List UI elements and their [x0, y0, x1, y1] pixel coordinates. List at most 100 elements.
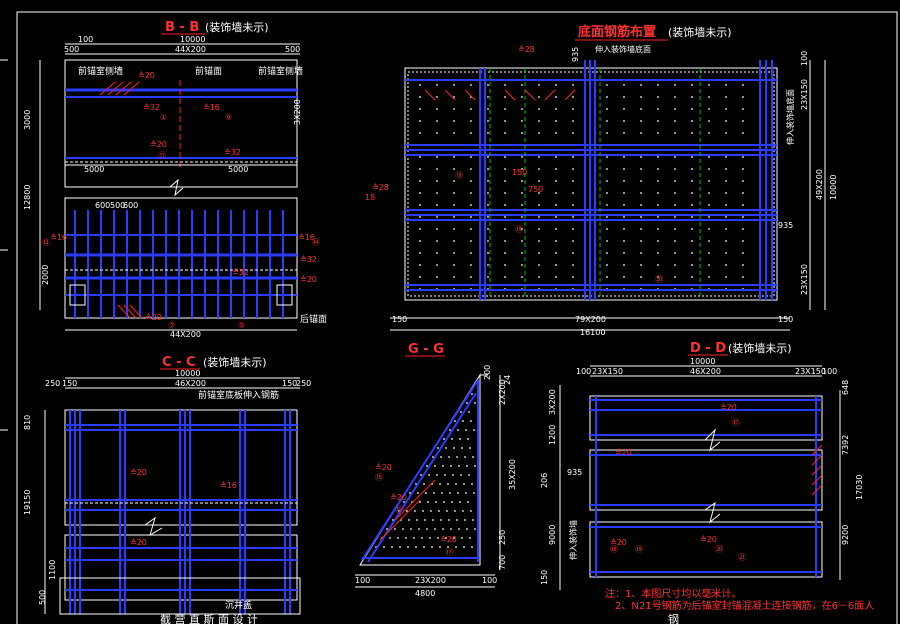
- bb-label-front-wall-right: 前锚室侧墙: [258, 65, 303, 77]
- notes: 注：1、本图尺寸均以毫米计。 2、N21号钢筋为后锚室封锚混凝土连接钢筋，在6－…: [605, 587, 874, 612]
- dd-mark-19: ⑲: [635, 545, 643, 554]
- bottom-dim-left-150: 150: [392, 315, 407, 324]
- bottom-rebar-left: ≙28: [372, 183, 389, 192]
- bb-rebar-4: ≙20: [150, 140, 167, 149]
- bb-dim-mid-right: 5000: [228, 165, 248, 174]
- drawing-canvas: B - B (装饰墙未示) 10000 44X200 500 100 500 前…: [0, 11, 898, 624]
- cc-title: C - C: [162, 355, 196, 370]
- bottom-dim-750: 750: [528, 185, 543, 194]
- bb-subtitle: (装饰墙未示): [205, 20, 269, 34]
- cc-label-caisson-cover: 沉井盖: [225, 599, 252, 611]
- gg-mark-17: ⑰: [445, 548, 453, 557]
- bb-rebar-5: ≙32: [224, 148, 241, 157]
- gg-dim-r-2x200: 2X200: [498, 379, 507, 405]
- bb-rebar-3: ≙16: [203, 103, 220, 112]
- gg-mark-15: ⑮: [375, 473, 383, 482]
- cc-dim-left-19150: 19150: [23, 490, 32, 515]
- bb-dim-low-1: 600: [95, 201, 110, 210]
- gg-title: G - G: [408, 342, 444, 357]
- cc-rebar-2: ≙16: [220, 481, 237, 490]
- cc-dim-right-250: 250: [296, 379, 311, 388]
- dd-dim-left-23x150: 23X150: [592, 367, 623, 376]
- dd-dim-r-648: 648: [841, 380, 850, 395]
- dd-dim-l-9000: 9000: [548, 525, 557, 545]
- bottom-dim-right-49x200: 49X200: [815, 169, 824, 200]
- bottom-titles: 截 营 直 斯 面 设 计 钢: [160, 612, 679, 624]
- view-cc: C - C (装饰墙未示) 10000 46X200 250 150 150 2…: [23, 355, 311, 615]
- cad-drawing: B - B (装饰墙未示) 10000 44X200 500 100 500 前…: [0, 0, 900, 624]
- dd-title: D - D: [690, 341, 726, 356]
- bottom-dim-right-23x150: 23X150: [800, 79, 809, 110]
- gg-dim-r-250: 250: [498, 530, 507, 545]
- bottom-note-right: 伸入装饰墙底面: [785, 89, 795, 145]
- bottom-dim-150: 150: [512, 168, 527, 177]
- gg-rebar-1: ≙20: [375, 463, 392, 472]
- bb-mark-1: ①: [160, 113, 167, 122]
- dd-mark-21: ㉑: [738, 553, 746, 562]
- dd-dim-l-3x200: 3X200: [548, 389, 557, 415]
- bb-mark-3: ⑪: [158, 151, 166, 160]
- dd-mark-18: ⑱: [610, 545, 618, 554]
- bb-mark-14: ⑭: [312, 238, 320, 247]
- cc-dim-left-1100: 1100: [48, 560, 57, 580]
- bb-mark-7: ⑦: [168, 321, 175, 330]
- bottom-dim-right-23x150b: 23X150: [800, 264, 809, 295]
- bb-rebar-11: ≙20: [300, 275, 317, 284]
- cc-note: 前锚室底板伸入钢筋: [198, 389, 279, 401]
- bottom-title: 底面钢筋布置: [578, 24, 656, 40]
- dd-dim-total: 10000: [690, 357, 715, 366]
- dd-dim-l-150: 150: [540, 570, 549, 585]
- bb-rebar-2: ≙32: [143, 103, 160, 112]
- bb-dim-low-3: 600: [123, 201, 138, 210]
- bb-mark-2: ⑨: [225, 113, 232, 122]
- gg-dim-r-200: 200: [483, 365, 492, 380]
- gg-rebar-2: ≙20: [390, 493, 407, 502]
- dd-rebar-4: ≙20: [700, 535, 717, 544]
- bb-rebar-1: ≙20: [138, 71, 155, 80]
- bottom-dim-right-150: 150: [778, 315, 793, 324]
- dd-dim-spacing: 46X200: [690, 367, 721, 376]
- bb-rebar-6: ≙16: [50, 233, 67, 242]
- cc-dim-total: 10000: [175, 369, 200, 378]
- bottom-dim-935-right: 935: [778, 221, 793, 230]
- dd-mark-20: ⑳: [715, 545, 723, 554]
- dd-subtitle: (装饰墙未示): [728, 341, 792, 355]
- bottom-note-top: 伸入装饰墙底面: [595, 44, 651, 54]
- cc-dim-spacing: 46X200: [175, 379, 206, 388]
- cc-rebar-1: ≙20: [130, 468, 147, 477]
- bb-mark-13: ⑬: [42, 238, 50, 247]
- bottom-mark-19: ⑲: [515, 225, 523, 234]
- bottom-subtitle: (装饰墙未示): [668, 25, 732, 39]
- dd-dim-left-100: 100: [576, 367, 591, 376]
- dd-dim-r-9200: 9200: [841, 525, 850, 545]
- gg-dim-b-4800: 4800: [415, 589, 435, 598]
- bb-dim-left-2: 12800: [23, 185, 32, 210]
- dd-label-left: 伸入装饰墙: [568, 520, 578, 560]
- bottom-dim-right-10000: 10000: [829, 175, 838, 200]
- cc-subtitle: (装饰墙未示): [203, 355, 267, 369]
- gg-dim-b-100r: 100: [482, 576, 497, 585]
- dd-dim-r-7392: 7392: [841, 435, 850, 455]
- view-dd: D - D (装饰墙未示) 10000 46X200 100 23X150 23…: [540, 341, 864, 590]
- gg-dim-b-100: 100: [355, 576, 370, 585]
- dd-dim-l-935: 935: [567, 468, 582, 477]
- bb-dim-top-spacing: 44X200: [175, 45, 206, 54]
- bb-rebar-9: ≙20: [145, 313, 162, 322]
- view-bottom-rebar: 底面钢筋布置 (装饰墙未示) 伸入装饰墙底面 伸入装饰墙底面 ≙28 935 1…: [365, 24, 838, 337]
- bb-mark-5: ⑤: [238, 321, 245, 330]
- bottom-rebar-top: ≙28: [518, 45, 535, 54]
- bottom-mark-18: ⑱: [455, 171, 463, 180]
- cc-dim-left-810: 810: [23, 415, 32, 430]
- gg-dim-r-700: 700: [498, 555, 507, 570]
- bb-rebar-10: ≙32: [300, 255, 317, 264]
- gg-dim-b-23x200: 23X200: [415, 576, 446, 585]
- bb-dim-top-left2: 100: [78, 35, 93, 44]
- bb-rebar-8: ≙32: [232, 268, 249, 277]
- cc-rebar-3: ≙20: [130, 538, 147, 547]
- bb-title: B - B: [165, 20, 199, 35]
- bb-label-rear-face: 后锚面: [300, 313, 327, 325]
- bb-dim-left-1: 3000: [23, 110, 32, 130]
- bottom-dim-total: 16100: [580, 328, 605, 337]
- dd-rebar-1: ≙20: [720, 403, 737, 412]
- cc-dim-right-150: 150: [282, 379, 297, 388]
